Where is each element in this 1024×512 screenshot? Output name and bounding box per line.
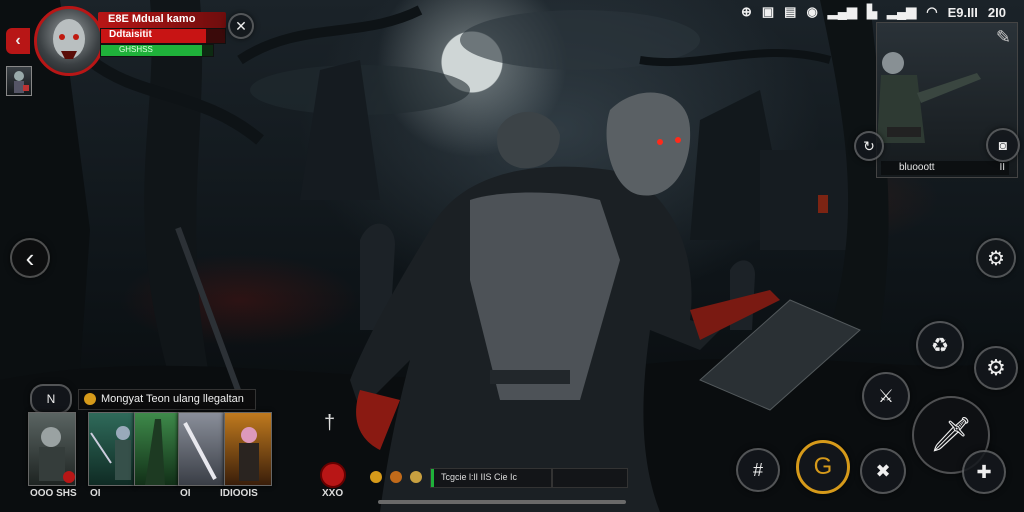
quest-count-badge[interactable]: N [30,384,72,414]
character-card-4[interactable] [178,412,226,486]
player-exp-bar: GHSHSS [100,44,214,57]
player-health-bar: Ddtaisitit [100,28,226,44]
gear-icon: ⚙ [987,247,1005,270]
card-label-2: OI [90,488,101,499]
status-time: 2I0 [987,4,1006,20]
status-clock: E9.III [947,4,978,20]
blades-icon: ✖ [875,460,891,481]
back-button[interactable]: ‹ [10,238,50,278]
skill-button-top[interactable]: ♻ [916,321,964,369]
quest-count: N [46,392,56,406]
camera-icon: ◙ [998,137,1008,153]
copper-coin-icon [390,471,402,483]
coin-icon [84,393,96,405]
hunter-card-icon [239,427,259,481]
edit-icon[interactable]: ✎ [996,27,1011,48]
card-label-4: IDIOOIS [220,488,258,499]
notification-icon: ▣ [761,4,775,19]
cog-icon: ⚙ [986,355,1006,380]
gear-skill-button[interactable]: ⚙ [974,346,1018,390]
heal-button[interactable]: ✚ [962,450,1006,494]
special-skill-button[interactable]: G [796,440,850,494]
card-label-3: OI [180,488,191,499]
settings-button[interactable]: ⚙ [976,238,1016,278]
character-mini-icon [14,71,29,93]
shield-heal-icon: ✚ [976,461,992,482]
character-card-1[interactable] [28,412,76,486]
minimap-label-bar: bluooott II [881,161,1009,175]
battery-icon: ▤ [784,4,797,19]
combat-skill-button[interactable]: ✖ [860,448,906,494]
buff-slot[interactable] [6,66,32,96]
player-name-plate: E8E Mdual kamo [98,12,226,28]
chat-text: Tcgcie l:lI IIS Cie Ic [441,472,518,482]
chat-box[interactable]: Tcgcie l:lI IIS Cie Ic [430,468,552,488]
close-icon: ✕ [235,17,247,34]
warrior-card-icon [90,426,131,480]
android-icon: ⊕ [740,4,752,19]
close-button[interactable]: ✕ [228,13,254,39]
quest-banner[interactable]: Mongyat Teon ulang llegaltan [78,389,256,410]
resource-icons [370,468,426,486]
wifi-icon: ◠ [926,4,938,19]
sword-attack-icon: 🗡 [929,416,973,454]
minimap-count: II [999,162,1005,173]
system-status-bar: ⊕ ▣ ▤ ◉ ▂▄▆ ▙ ▂▄▆ ◠ E9.III 2I0 [741,4,1006,20]
sword-icon: † [324,412,336,434]
signal-icon: ▂▄▆ [827,4,857,19]
chevron-left-icon: ‹ [25,242,35,273]
character-card-5[interactable] [224,412,272,486]
back-button-top[interactable]: ‹ [6,28,30,54]
sword-card-icon [183,422,217,480]
signal-icon-2: ▂▄▆ [887,4,917,19]
gold-coin-icon [370,471,382,483]
player-name: E8E Mdual kamo [108,13,196,25]
sim-icon: ▙ [867,4,877,19]
minimap-label: bluooott [899,162,935,173]
card-label-1: OOO SHS [30,488,77,499]
chat-indicator [431,469,434,487]
grid-icon: # [752,459,763,480]
camera-button[interactable]: ◙ [986,128,1020,162]
player-avatar[interactable] [34,6,104,76]
item-count: XXO [322,488,344,499]
character-card-3[interactable] [134,412,182,486]
potion-slot[interactable]: † [318,412,346,488]
zombie-portrait-icon [53,19,85,59]
progress-track [378,500,626,504]
character-card-2[interactable] [88,412,136,486]
chevron-left-icon: ‹ [15,32,21,49]
potion-icon [320,462,346,488]
rotate-camera-button[interactable]: ↻ [854,131,884,161]
refresh-icon: ↻ [863,137,875,154]
recycle-icon: ♻ [931,334,949,357]
crossed-swords-icon: ⚔ [877,385,895,406]
chat-extension [552,468,628,488]
quest-title: Mongyat Teon ulang llegaltan [101,393,244,405]
ranger-card-icon [145,419,165,485]
player-subtitle: Ddtaisitit [109,29,152,40]
dodge-button[interactable]: ⚔ [862,372,910,420]
record-icon: ◉ [806,4,818,19]
dragon-icon: G [813,453,833,480]
zombie-card-icon [39,427,75,483]
player-exp-label: GHSHSS [119,45,153,54]
token-icon [410,471,422,483]
inventory-button[interactable]: # [736,448,780,492]
